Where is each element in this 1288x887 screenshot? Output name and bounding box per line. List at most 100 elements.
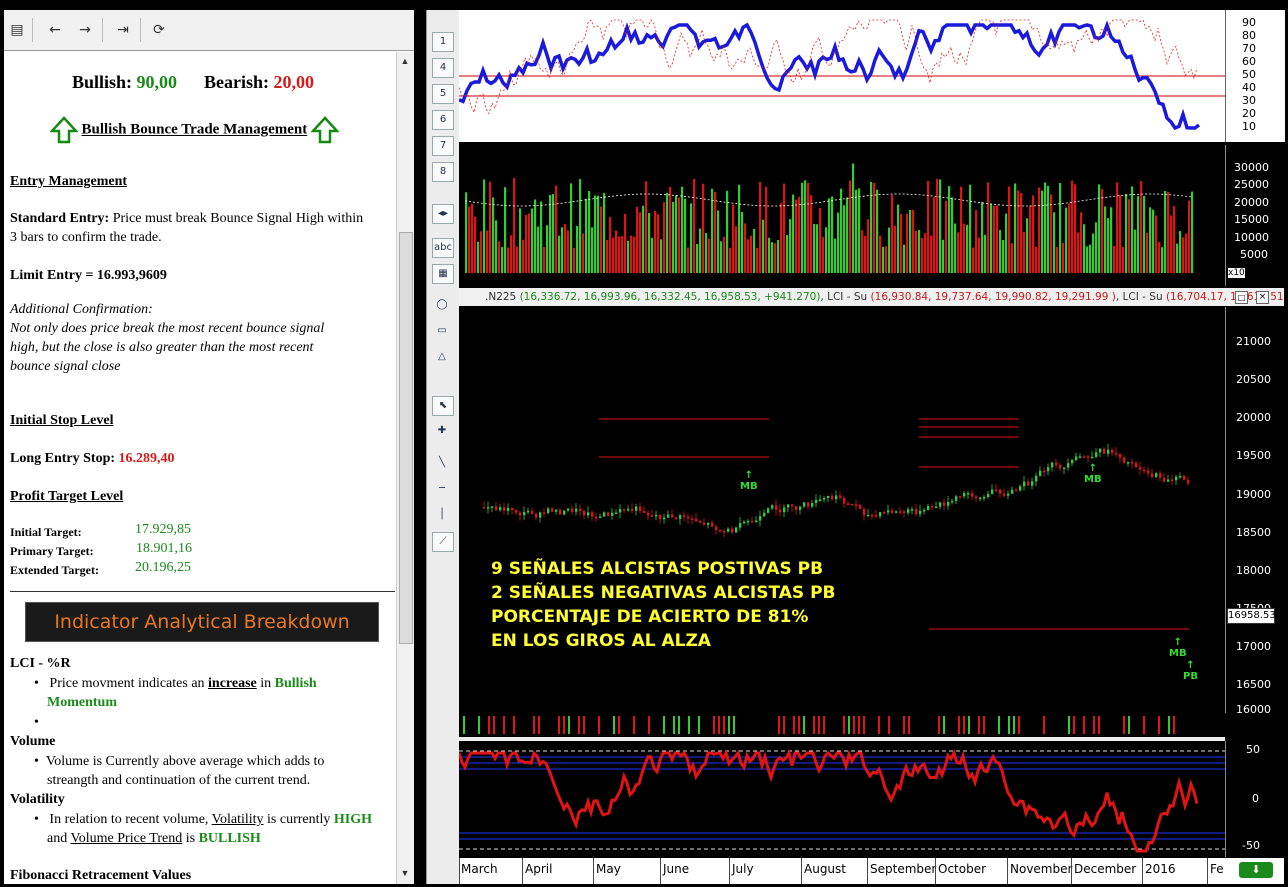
period-button[interactable]: 5 — [432, 84, 454, 104]
volume-bar — [657, 214, 660, 273]
volume-bar — [1092, 233, 1095, 273]
volume-bar — [972, 247, 975, 273]
rectangle-icon[interactable]: ▭ — [432, 322, 452, 340]
volume-bar — [510, 235, 513, 273]
candle-body — [1059, 465, 1062, 469]
bottom-oscillator-plot[interactable] — [459, 741, 1225, 857]
pointer-icon[interactable]: ⬉ — [432, 396, 454, 416]
period-button[interactable]: 4 — [432, 58, 454, 78]
end-arrow-icon[interactable]: ⇥ — [112, 20, 134, 40]
volume-bar — [996, 205, 999, 273]
candle-body — [659, 514, 662, 520]
signal-strip — [463, 716, 1175, 734]
candle-body — [675, 517, 678, 519]
volume-bar — [666, 192, 669, 273]
month-label: August — [804, 862, 846, 876]
period-button[interactable]: 7 — [432, 136, 454, 156]
signal-tick — [533, 716, 535, 734]
volume-bar — [1164, 191, 1167, 273]
back-arrow-icon[interactable]: ← — [44, 20, 66, 40]
volume-bar — [525, 214, 528, 273]
text-tool[interactable]: abc — [432, 238, 454, 258]
signal-tick — [728, 716, 730, 734]
volume-bar — [936, 178, 939, 273]
triangle-icon[interactable]: △ — [432, 348, 452, 366]
candle-body — [655, 514, 658, 517]
volume-bar — [951, 197, 954, 273]
candle-body — [579, 508, 582, 511]
volume-bar — [897, 204, 900, 273]
scroll-left-right-icon[interactable]: ◂▸ — [432, 204, 454, 224]
candle-body — [1003, 493, 1006, 496]
candle-body — [699, 521, 702, 523]
period-button[interactable]: 8 — [432, 162, 454, 182]
volume-bar — [900, 213, 903, 273]
horizontal-line-icon[interactable]: ─ — [432, 480, 452, 498]
volume-bar — [738, 184, 741, 273]
volume-bar — [888, 227, 891, 273]
volume-bar — [471, 203, 474, 273]
period-button[interactable]: 6 — [432, 110, 454, 130]
ellipse-icon[interactable]: ◯ — [432, 296, 452, 314]
candle-body — [967, 493, 970, 495]
signal-tick — [503, 716, 505, 734]
candle-body — [679, 515, 682, 519]
crosshair-icon[interactable]: ✚ — [432, 422, 452, 440]
overlay-text: EN LOS GIROS AL ALZA — [491, 631, 711, 651]
signal-tick — [998, 716, 1000, 734]
stop-heading: Initial Stop Level — [10, 413, 114, 428]
grid-icon[interactable]: ▦ — [432, 264, 454, 284]
scroll-up-icon[interactable]: ▲ — [399, 54, 411, 68]
vertical-line-icon[interactable]: │ — [432, 506, 452, 524]
signal-tick — [1143, 716, 1145, 734]
volume-bar — [858, 188, 861, 273]
profit-heading: Profit Target Level — [10, 489, 124, 504]
signal-tick — [463, 716, 465, 734]
oscillator-pane[interactable] — [458, 10, 1225, 142]
candle-body — [531, 510, 534, 514]
signal-tick — [733, 716, 735, 734]
close-icon[interactable]: × — [1256, 291, 1269, 304]
volume-bar — [630, 235, 633, 273]
vpt-is: is — [185, 831, 196, 846]
volume-bar — [1101, 188, 1104, 273]
volume-bar — [507, 247, 510, 273]
volume-bar — [798, 196, 801, 273]
volume-plot[interactable] — [459, 145, 1225, 273]
scroll-thumb[interactable] — [399, 232, 413, 644]
volume-bar — [975, 210, 978, 273]
signal-tick — [983, 716, 985, 734]
candle-body — [1103, 448, 1106, 454]
long-stop-value: 16.289,40 — [118, 451, 175, 466]
volume-bar — [729, 247, 732, 273]
trendline-icon[interactable]: ╲ — [432, 454, 452, 472]
chart-area[interactable]: 90 80 70 60 50 40 30 20 10 30000 25000 2… — [458, 10, 1285, 884]
candle-body — [799, 506, 802, 510]
target-label: Primary Target: — [10, 544, 94, 558]
axis-tick: 0 — [1252, 792, 1259, 805]
volume-bar — [468, 206, 471, 273]
axis-tick: 90 — [1242, 16, 1256, 29]
report-scrollbar[interactable]: ▲ ▼ — [396, 52, 414, 884]
empty-bullet: • — [34, 715, 39, 730]
vpt-value: BULLISH — [198, 831, 261, 846]
last-price-label: 16958.53 — [1227, 608, 1276, 624]
forward-arrow-icon[interactable]: → — [74, 20, 96, 40]
period-button[interactable]: 1 — [432, 32, 454, 52]
price-plot[interactable] — [459, 307, 1225, 713]
signal-tick — [1068, 716, 1070, 734]
lci-heading: LCI - %R — [10, 656, 71, 671]
volume-bar — [810, 195, 813, 273]
report-icon[interactable]: ▤ — [6, 20, 28, 40]
scroll-to-end-icon[interactable]: ⬇ — [1239, 862, 1273, 878]
volume-bar — [945, 200, 948, 273]
refresh-icon[interactable]: ⟳ — [148, 20, 170, 40]
volume-bar — [873, 182, 876, 273]
volume-bar — [993, 205, 996, 273]
fibonacci-icon[interactable]: ⟋ — [432, 532, 454, 552]
scroll-down-icon[interactable]: ▼ — [399, 866, 411, 880]
candle-body — [555, 509, 558, 512]
maximize-icon[interactable]: □ — [1235, 291, 1248, 304]
volume-bar — [555, 185, 558, 273]
candle-body — [755, 520, 758, 523]
